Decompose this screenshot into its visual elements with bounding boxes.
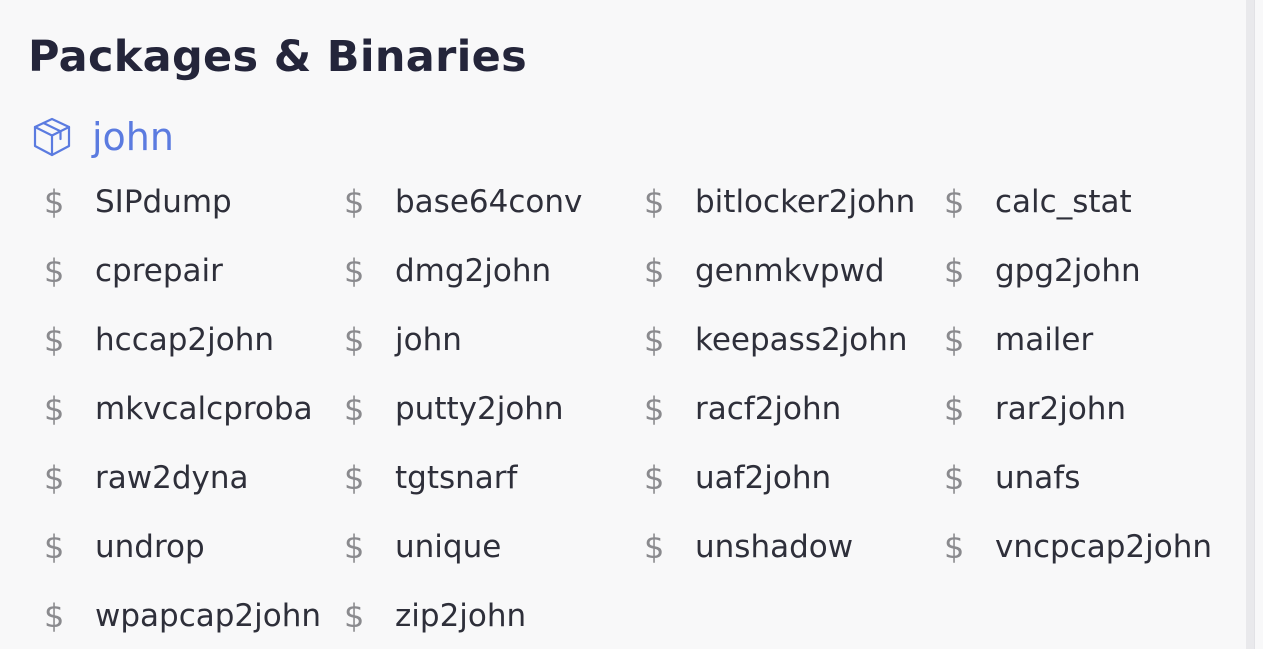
binary-item-raw2dyna[interactable]: $ raw2dyna bbox=[40, 443, 340, 512]
binary-name: genmkvpwd bbox=[695, 252, 885, 289]
binary-name: unafs bbox=[995, 459, 1081, 496]
binary-name: base64conv bbox=[395, 183, 583, 220]
dollar-prompt-icon: $ bbox=[44, 458, 65, 497]
binary-item-sipdump[interactable]: $ SIPdump bbox=[40, 167, 340, 236]
binary-name: zip2john bbox=[395, 597, 527, 634]
dollar-prompt-icon: $ bbox=[944, 389, 965, 428]
packages-binaries-panel: Packages & Binaries john $ SIPdump $ base64… bbox=[0, 0, 1255, 649]
dollar-prompt-icon: $ bbox=[644, 251, 665, 290]
dollar-prompt-icon: $ bbox=[944, 458, 965, 497]
binary-item-calc_stat[interactable]: $ calc_stat bbox=[940, 167, 1240, 236]
binary-name: calc_stat bbox=[995, 183, 1132, 220]
binary-item-unshadow[interactable]: $ unshadow bbox=[640, 512, 940, 581]
dollar-prompt-icon: $ bbox=[344, 320, 365, 359]
package-box-icon bbox=[30, 115, 74, 159]
binary-name: tgtsnarf bbox=[395, 459, 518, 496]
dollar-prompt-icon: $ bbox=[944, 182, 965, 221]
binary-item-mkvcalcproba[interactable]: $ mkvcalcproba bbox=[40, 374, 340, 443]
section-title: Packages & Binaries bbox=[28, 32, 528, 82]
binary-item-dmg2john[interactable]: $ dmg2john bbox=[340, 236, 640, 305]
dollar-prompt-icon: $ bbox=[344, 596, 365, 635]
binary-item-unique[interactable]: $ unique bbox=[340, 512, 640, 581]
binary-name: rar2john bbox=[995, 390, 1127, 427]
binary-item-base64conv[interactable]: $ base64conv bbox=[340, 167, 640, 236]
binary-item-unafs[interactable]: $ unafs bbox=[940, 443, 1240, 512]
dollar-prompt-icon: $ bbox=[44, 182, 65, 221]
dollar-prompt-icon: $ bbox=[344, 251, 365, 290]
binary-item-zip2john[interactable]: $ zip2john bbox=[340, 581, 640, 649]
binary-name: wpapcap2john bbox=[95, 597, 322, 634]
dollar-prompt-icon: $ bbox=[944, 251, 965, 290]
binary-item-bitlocker2john[interactable]: $ bitlocker2john bbox=[640, 167, 940, 236]
dollar-prompt-icon: $ bbox=[344, 182, 365, 221]
binary-name: raw2dyna bbox=[95, 459, 249, 496]
binary-item-racf2john[interactable]: $ racf2john bbox=[640, 374, 940, 443]
dollar-prompt-icon: $ bbox=[344, 458, 365, 497]
dollar-prompt-icon: $ bbox=[44, 596, 65, 635]
binary-item-hccap2john[interactable]: $ hccap2john bbox=[40, 305, 340, 374]
binary-item-putty2john[interactable]: $ putty2john bbox=[340, 374, 640, 443]
binary-name: dmg2john bbox=[395, 252, 552, 289]
binary-name: uaf2john bbox=[695, 459, 832, 496]
package-link-john[interactable]: john bbox=[30, 112, 174, 162]
package-name: john bbox=[92, 115, 174, 159]
binary-name: gpg2john bbox=[995, 252, 1141, 289]
binary-name: undrop bbox=[95, 528, 205, 565]
dollar-prompt-icon: $ bbox=[644, 320, 665, 359]
binary-item-wpapcap2john[interactable]: $ wpapcap2john bbox=[40, 581, 340, 649]
dollar-prompt-icon: $ bbox=[44, 527, 65, 566]
binary-item-rar2john[interactable]: $ rar2john bbox=[940, 374, 1240, 443]
binary-item-keepass2john[interactable]: $ keepass2john bbox=[640, 305, 940, 374]
dollar-prompt-icon: $ bbox=[644, 458, 665, 497]
dollar-prompt-icon: $ bbox=[344, 527, 365, 566]
binary-name: unshadow bbox=[695, 528, 854, 565]
dollar-prompt-icon: $ bbox=[944, 320, 965, 359]
binary-name: cprepair bbox=[95, 252, 223, 289]
dollar-prompt-icon: $ bbox=[644, 527, 665, 566]
dollar-prompt-icon: $ bbox=[44, 389, 65, 428]
binary-name: putty2john bbox=[395, 390, 564, 427]
dollar-prompt-icon: $ bbox=[644, 182, 665, 221]
binary-item-john[interactable]: $ john bbox=[340, 305, 640, 374]
binary-name: vncpcap2john bbox=[995, 528, 1213, 565]
binary-item-cprepair[interactable]: $ cprepair bbox=[40, 236, 340, 305]
binary-name: keepass2john bbox=[695, 321, 908, 358]
dollar-prompt-icon: $ bbox=[344, 389, 365, 428]
binary-item-tgtsnarf[interactable]: $ tgtsnarf bbox=[340, 443, 640, 512]
scrollbar-track[interactable] bbox=[1246, 0, 1254, 649]
binary-name: hccap2john bbox=[95, 321, 275, 358]
dollar-prompt-icon: $ bbox=[944, 527, 965, 566]
binaries-list: $ SIPdump $ base64conv $ bitlocker2john $ calc_… bbox=[40, 167, 1240, 649]
binary-item-vncpcap2john[interactable]: $ vncpcap2john bbox=[940, 512, 1240, 581]
binary-name: SIPdump bbox=[95, 183, 232, 220]
binary-name: mailer bbox=[995, 321, 1094, 358]
binary-item-gpg2john[interactable]: $ gpg2john bbox=[940, 236, 1240, 305]
binary-name: mkvcalcproba bbox=[95, 390, 313, 427]
binary-name: unique bbox=[395, 528, 502, 565]
dollar-prompt-icon: $ bbox=[44, 251, 65, 290]
binary-item-undrop[interactable]: $ undrop bbox=[40, 512, 340, 581]
binary-item-uaf2john[interactable]: $ uaf2john bbox=[640, 443, 940, 512]
binary-name: racf2john bbox=[695, 390, 842, 427]
dollar-prompt-icon: $ bbox=[44, 320, 65, 359]
binary-item-genmkvpwd[interactable]: $ genmkvpwd bbox=[640, 236, 940, 305]
binary-item-mailer[interactable]: $ mailer bbox=[940, 305, 1240, 374]
binary-name: john bbox=[395, 321, 462, 358]
binary-name: bitlocker2john bbox=[695, 183, 916, 220]
dollar-prompt-icon: $ bbox=[644, 389, 665, 428]
